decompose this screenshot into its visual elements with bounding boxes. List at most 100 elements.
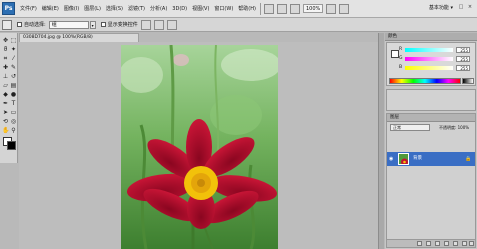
show-transform-checkbox[interactable] (100, 22, 106, 27)
link-layers-icon[interactable] (417, 241, 422, 246)
green-slider[interactable]: G 255 (399, 56, 477, 62)
healing-brush-icon[interactable]: ✚ (2, 64, 9, 71)
gradient-tool-icon[interactable]: ▤ (10, 82, 17, 89)
panel-column: 颜色 R 255 G 255 B 255 图层 正常 不透明度: 100% ◉ … (385, 33, 477, 249)
pen-tool-icon[interactable]: ✒ (2, 100, 9, 107)
auto-select-checkbox[interactable] (17, 22, 22, 27)
path-selection-icon[interactable]: ➤ (2, 109, 9, 116)
adjustment-layer-icon[interactable] (444, 241, 449, 246)
layer-thumbnail (398, 153, 409, 165)
blend-mode-select[interactable]: 正常 (390, 124, 430, 131)
lasso-tool-icon[interactable]: ϑ (2, 46, 9, 53)
type-tool-icon[interactable]: T (10, 100, 17, 107)
3d-orbit-icon[interactable]: ◎ (10, 118, 17, 125)
color-panel: R 255 G 255 B 255 (386, 42, 476, 86)
marquee-tool-icon[interactable]: ⬚ (10, 37, 17, 44)
layer-row[interactable]: ◉ 背景 🔒 (387, 152, 475, 166)
bridge-button[interactable] (263, 3, 274, 14)
options-bar: 自动选择: 组 ▾ 显示变换控件 (0, 18, 477, 32)
blue-value-field[interactable]: 255 (456, 65, 470, 71)
blue-label: B (399, 65, 403, 70)
menu-analysis[interactable]: 分析(A) (150, 5, 167, 12)
move-tool-icon[interactable]: ✥ (2, 37, 9, 44)
photoshop-window: Ps 文件(F) 编辑(E) 图像(I) 图层(L) 选择(S) 滤镜(T) 分… (0, 0, 477, 249)
align-top-button[interactable] (140, 19, 151, 30)
menu-window[interactable]: 窗口(W) (214, 5, 233, 12)
zoom-tool-button[interactable] (289, 3, 300, 14)
panel-dock-strip[interactable] (378, 33, 384, 249)
background-color-swatch[interactable] (7, 141, 16, 150)
panel-foreground-swatch[interactable] (391, 50, 399, 58)
color-spectrum[interactable] (389, 78, 461, 84)
zoom-level[interactable]: 100% (302, 4, 324, 13)
minimize-icon[interactable]: – (449, 4, 455, 10)
menu-select[interactable]: 选择(S) (106, 5, 123, 12)
eye-icon[interactable]: ◉ (389, 156, 395, 162)
menu-view[interactable]: 视图(V) (192, 5, 209, 12)
layer-thumbnail-image (399, 154, 408, 164)
close-icon[interactable]: × (467, 4, 473, 10)
blue-slider[interactable]: B 255 (399, 65, 477, 71)
auto-select-label: 自动选择: (24, 22, 46, 28)
red-slider[interactable]: R 255 (399, 47, 477, 53)
brush-tool-icon[interactable]: ✎ (10, 64, 17, 71)
flower-photo[interactable] (121, 45, 278, 249)
clone-stamp-icon[interactable]: ⊥ (2, 73, 9, 80)
blur-tool-icon[interactable]: ◆ (2, 91, 9, 98)
maximize-icon[interactable]: □ (458, 4, 464, 10)
red-track[interactable] (405, 48, 453, 52)
document-canvas[interactable] (19, 42, 383, 249)
hand-tool-button[interactable] (276, 3, 287, 14)
layer-style-icon[interactable] (426, 241, 431, 246)
document-tab[interactable]: 0308D704.jpg @ 100%(RGB/8) (19, 33, 139, 42)
shape-tool-icon[interactable]: ▭ (10, 109, 17, 116)
app-logo: Ps (2, 2, 15, 15)
menu-image[interactable]: 图像(I) (64, 5, 79, 12)
align-bottom-button[interactable] (166, 19, 177, 30)
menu-layer[interactable]: 图层(L) (84, 5, 101, 12)
menu-help[interactable]: 帮助(H) (238, 5, 256, 12)
grayscale-ramp[interactable] (462, 78, 474, 84)
menu-filter[interactable]: 滤镜(T) (128, 5, 145, 12)
menu-bar: Ps 文件(F) 编辑(E) 图像(I) 图层(L) 选择(S) 滤镜(T) 分… (0, 0, 477, 18)
layers-panel-tab[interactable]: 图层 (387, 114, 475, 122)
zoom-tool-icon[interactable]: ⚲ (10, 127, 17, 134)
trash-icon[interactable] (469, 241, 474, 246)
menu-3d[interactable]: 3D(D) (172, 6, 187, 12)
layers-footer (387, 239, 475, 247)
chevron-down-icon[interactable]: ▾ (89, 20, 96, 29)
new-group-icon[interactable] (453, 241, 458, 246)
dodge-tool-icon[interactable]: ● (10, 91, 17, 98)
lock-icon: 🔒 (465, 156, 472, 162)
red-value-field[interactable]: 255 (456, 47, 470, 53)
layer-name[interactable]: 背景 (413, 155, 422, 162)
menu-file[interactable]: 文件(F) (20, 5, 37, 12)
eyedropper-tool-icon[interactable]: ⁄ (10, 55, 17, 62)
show-transform-label: 显示变换控件 (107, 22, 138, 28)
screen-mode-button[interactable] (339, 3, 350, 14)
color-panel-tab[interactable]: 颜色 (385, 33, 477, 41)
new-layer-icon[interactable] (462, 241, 467, 246)
green-value-field[interactable]: 255 (456, 56, 470, 62)
opacity-field[interactable]: 不透明度: 100% (439, 124, 469, 131)
move-tool-preset-icon[interactable] (2, 19, 12, 30)
menu-divider (259, 2, 261, 15)
3d-rotate-icon[interactable]: ⟲ (2, 118, 9, 125)
history-brush-icon[interactable]: ↺ (10, 73, 17, 80)
arrange-documents-button[interactable] (326, 3, 337, 14)
red-label: R (399, 47, 403, 52)
align-middle-button[interactable] (153, 19, 164, 30)
eraser-tool-icon[interactable]: ▱ (2, 82, 9, 89)
crop-tool-icon[interactable]: ⌗ (2, 55, 9, 62)
blue-track[interactable] (405, 66, 453, 70)
magic-wand-icon[interactable]: ✦ (10, 46, 17, 53)
hand-tool-icon[interactable]: ✋ (2, 127, 9, 134)
green-track[interactable] (405, 57, 453, 61)
flower-image (121, 45, 278, 249)
adjustments-panel (386, 89, 476, 111)
menu-edit[interactable]: 编辑(E) (42, 5, 59, 12)
layers-panel: 图层 正常 不透明度: 100% ◉ 背景 🔒 (386, 113, 476, 248)
add-mask-icon[interactable] (435, 241, 440, 246)
auto-select-dropdown[interactable]: 组 (48, 20, 89, 29)
green-label: G (399, 56, 403, 61)
